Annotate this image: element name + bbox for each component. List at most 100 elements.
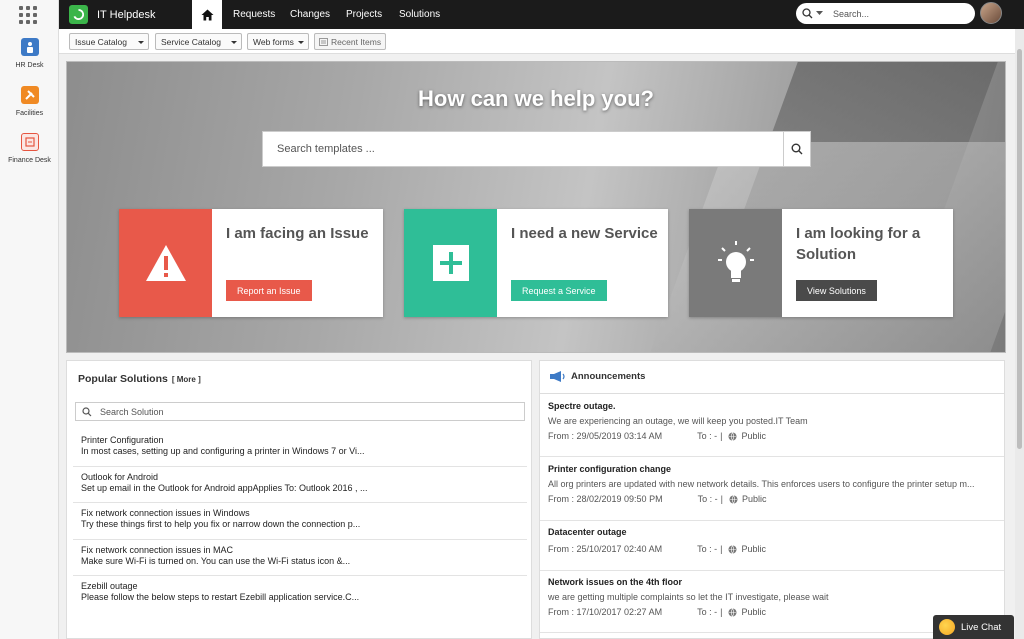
solution-description: Try these things first to help you fix o… bbox=[81, 519, 361, 529]
announcement-title[interactable]: Network issues on the 4th floor bbox=[548, 577, 1004, 587]
announcement-title[interactable]: Spectre outage. bbox=[548, 401, 1004, 411]
search-icon bbox=[82, 406, 92, 416]
solution-title[interactable]: Outlook for Android bbox=[81, 472, 527, 482]
rail-item-label: Facilities bbox=[15, 110, 44, 117]
card-title: I am facing an Issue bbox=[226, 225, 369, 242]
recent-items-icon bbox=[319, 38, 328, 46]
divider bbox=[540, 393, 1004, 394]
app-grid-icon[interactable] bbox=[18, 5, 38, 25]
lightbulb-icon bbox=[689, 209, 782, 317]
report-issue-card[interactable]: I am facing an Issue Report an Issue bbox=[119, 209, 383, 317]
announcement-title[interactable]: Printer configuration change bbox=[548, 464, 1004, 474]
top-navbar: IT Helpdesk Requests Changes Projects So… bbox=[59, 0, 1024, 29]
hr-desk-icon bbox=[20, 38, 39, 56]
nav-solutions[interactable]: Solutions bbox=[399, 9, 440, 20]
card-title: I am looking for a Solution bbox=[796, 225, 921, 263]
nav-requests[interactable]: Requests bbox=[233, 9, 275, 20]
card-title: I need a new Service bbox=[511, 225, 658, 242]
app-logo-icon bbox=[69, 5, 88, 24]
announcements-title: Announcements bbox=[571, 371, 646, 382]
request-service-card[interactable]: I need a new Service Request a Service bbox=[404, 209, 668, 317]
finance-desk-icon bbox=[20, 133, 39, 151]
announcement-meta: From : 25/10/2017 02:40 AM To : - | Publi… bbox=[548, 544, 1004, 554]
solution-title[interactable]: Ezebill outage bbox=[81, 581, 527, 591]
list-item[interactable]: Printer Configuration In most cases, set… bbox=[73, 430, 527, 467]
rail-item-finance-desk[interactable]: Finance Desk bbox=[0, 133, 59, 164]
divider: | bbox=[720, 431, 723, 441]
announcement-visibility: Public bbox=[741, 607, 766, 617]
home-icon bbox=[201, 9, 213, 20]
template-search-button[interactable] bbox=[783, 132, 810, 166]
home-tab[interactable] bbox=[192, 0, 222, 29]
announcement-visibility: Public bbox=[741, 544, 766, 554]
announcement-from: From : 29/05/2019 03:14 AM bbox=[548, 431, 663, 441]
dropdown-label: Web forms bbox=[253, 36, 294, 47]
solution-description: Make sure Wi-Fi is turned on. You can us… bbox=[81, 555, 351, 566]
announcement-to: To : - bbox=[697, 494, 718, 504]
view-solutions-button[interactable]: View Solutions bbox=[796, 280, 877, 301]
announcements-header: Announcements bbox=[549, 370, 645, 383]
user-avatar[interactable] bbox=[980, 2, 1002, 24]
list-item[interactable]: Ezebill outage Please follow the below s… bbox=[73, 576, 527, 613]
list-item[interactable]: Fix network connection issues in MAC Mak… bbox=[73, 540, 527, 576]
announcement-item[interactable]: Datacenter outage From : 25/10/2017 02:4… bbox=[540, 527, 1004, 571]
global-search[interactable]: Search... bbox=[796, 3, 975, 24]
megaphone-icon bbox=[550, 371, 565, 382]
divider: | bbox=[720, 494, 723, 504]
announcements-panel: Announcements Spectre outage. We are exp… bbox=[539, 360, 1005, 639]
announcement-title[interactable]: Datacenter outage bbox=[548, 527, 1004, 537]
solution-title[interactable]: Printer Configuration bbox=[81, 435, 527, 445]
announcement-from: From : 25/10/2017 02:40 AM bbox=[548, 544, 663, 554]
announcement-to: To : - bbox=[697, 431, 718, 441]
solution-search-input[interactable] bbox=[100, 406, 500, 417]
more-link[interactable]: [ More ] bbox=[172, 375, 201, 384]
popular-solutions-title: Popular Solutions bbox=[78, 373, 168, 385]
plus-icon bbox=[404, 209, 497, 317]
solution-search bbox=[75, 402, 525, 421]
issue-catalog-dropdown[interactable]: Issue Catalog bbox=[69, 33, 149, 50]
announcement-to: To : - bbox=[697, 607, 718, 617]
solution-title[interactable]: Fix network connection issues in Windows bbox=[81, 508, 527, 518]
rail-item-hr-desk[interactable]: HR Desk bbox=[0, 38, 59, 69]
catalog-toolbar: Issue Catalog Service Catalog Web forms … bbox=[59, 29, 1015, 54]
list-item[interactable]: Fix network connection issues in Windows… bbox=[73, 503, 527, 540]
live-chat-button[interactable]: Live Chat bbox=[933, 615, 1014, 639]
announcement-item[interactable]: Spectre outage. We are experiencing an o… bbox=[540, 401, 1004, 457]
request-service-button[interactable]: Request a Service bbox=[511, 280, 607, 301]
caret-down-icon bbox=[138, 41, 144, 44]
recent-items-label: Recent Items bbox=[331, 36, 382, 47]
service-catalog-dropdown[interactable]: Service Catalog bbox=[155, 33, 242, 50]
divider: | bbox=[720, 544, 723, 554]
globe-icon bbox=[728, 431, 737, 441]
report-issue-button[interactable]: Report an Issue bbox=[226, 280, 312, 301]
announcement-visibility: Public bbox=[741, 494, 767, 504]
announcement-meta: From : 29/05/2019 03:14 AM To : - | Publi… bbox=[548, 431, 1004, 441]
scrollbar-thumb[interactable] bbox=[1017, 49, 1022, 449]
chevron-down-icon[interactable] bbox=[816, 11, 823, 16]
solution-description: Please follow the below steps to restart… bbox=[81, 592, 360, 602]
template-search-input[interactable] bbox=[263, 132, 783, 166]
rail-item-facilities[interactable]: Facilities bbox=[0, 86, 59, 117]
nav-changes[interactable]: Changes bbox=[290, 9, 330, 20]
web-forms-dropdown[interactable]: Web forms bbox=[247, 33, 309, 50]
announcement-to: To : - bbox=[697, 544, 718, 554]
page-scrollbar[interactable] bbox=[1015, 29, 1024, 639]
nav-projects[interactable]: Projects bbox=[346, 9, 382, 20]
view-solutions-card[interactable]: I am looking for a Solution View Solutio… bbox=[689, 209, 953, 317]
announcement-item[interactable]: Printer configuration change All org pri… bbox=[540, 464, 1004, 521]
list-item[interactable]: Outlook for Android Set up email in the … bbox=[73, 467, 527, 503]
solution-description: In most cases, setting up and configurin… bbox=[81, 446, 365, 456]
warning-icon bbox=[119, 209, 212, 317]
popular-solutions-panel: Popular Solutions [ More ] Printer Config… bbox=[66, 360, 532, 639]
rail-item-label: HR Desk bbox=[15, 62, 44, 69]
solution-title[interactable]: Fix network connection issues in MAC bbox=[81, 545, 527, 555]
facilities-icon bbox=[20, 86, 39, 104]
globe-icon bbox=[728, 544, 737, 554]
dropdown-label: Issue Catalog bbox=[75, 36, 127, 47]
popular-solutions-header: Popular Solutions [ More ] bbox=[78, 373, 201, 385]
brand[interactable]: IT Helpdesk bbox=[69, 5, 156, 24]
app-title: IT Helpdesk bbox=[97, 8, 156, 21]
recent-items-button[interactable]: Recent Items bbox=[314, 33, 386, 50]
search-icon bbox=[802, 8, 813, 19]
announcement-from: From : 17/10/2017 02:27 AM bbox=[548, 607, 663, 617]
